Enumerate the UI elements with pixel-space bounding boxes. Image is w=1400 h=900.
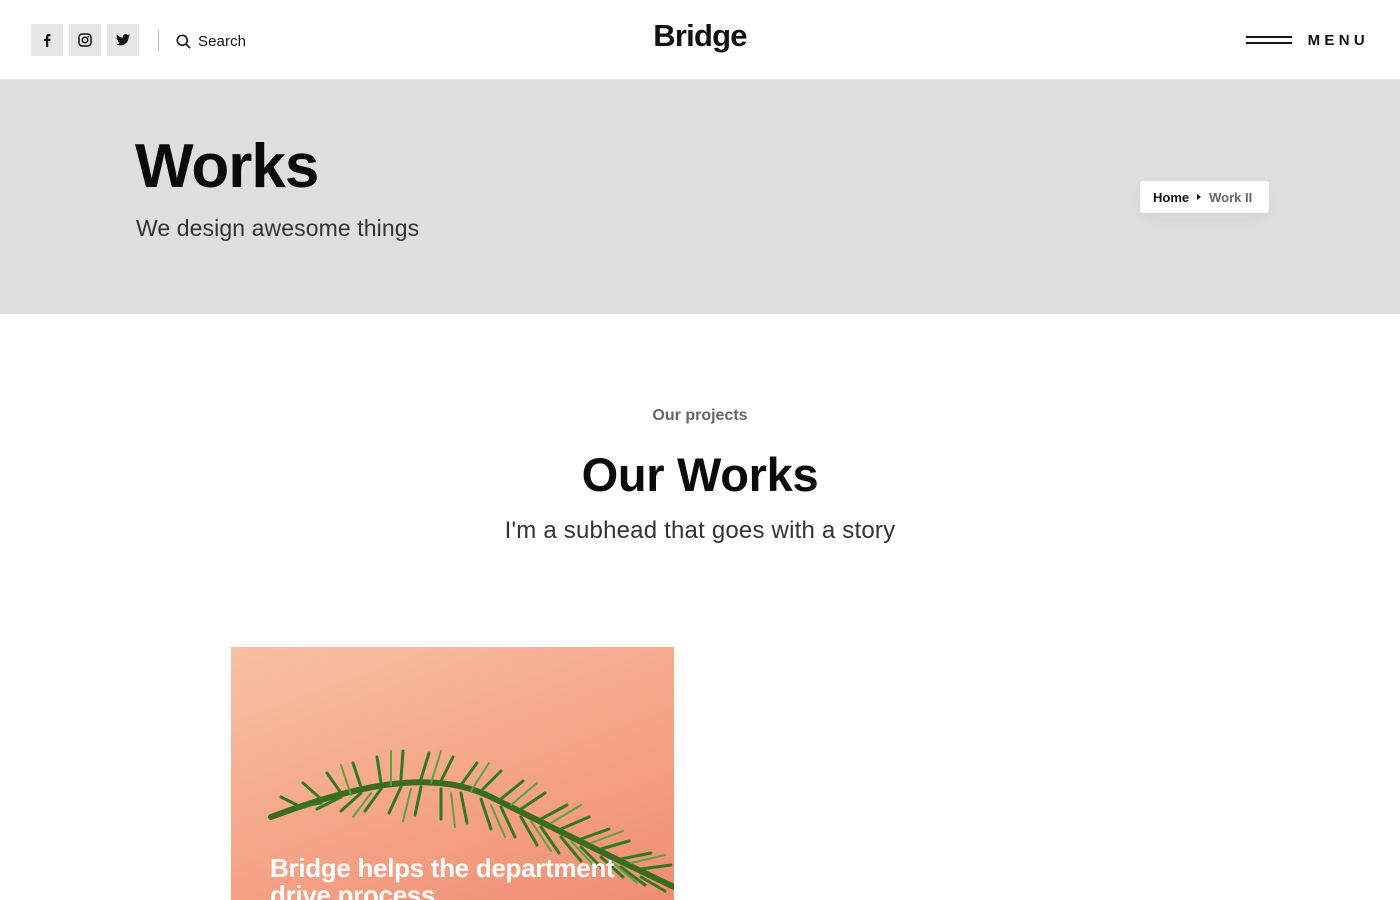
- page-title: Works: [135, 132, 319, 201]
- menu-button[interactable]: MENU: [1245, 29, 1369, 51]
- breadcrumb-current: Work II: [1209, 189, 1253, 205]
- breadcrumb-home-link[interactable]: Home: [1153, 190, 1189, 205]
- page-subtitle: We design awesome things: [136, 215, 420, 241]
- menu-label: MENU: [1307, 31, 1369, 49]
- section-title: Our Works: [581, 448, 819, 501]
- hamburger-icon: [1245, 34, 1292, 46]
- section-eyebrow: Our projects: [652, 407, 748, 424]
- site-logo[interactable]: Bridge: [0, 18, 1400, 54]
- breadcrumb: Home Work II: [1140, 181, 1269, 213]
- project-card[interactable]: Bridge helps the department drive proces…: [231, 647, 674, 900]
- breadcrumb-arrow-icon: [1197, 194, 1202, 200]
- section-subhead: I'm a subhead that goes with a story: [504, 517, 896, 544]
- title-band: Works We design awesome things Home Work…: [0, 80, 1400, 314]
- site-header: Search Bridge MENU: [0, 0, 1400, 80]
- project-card-title: Bridge helps the department drive proces…: [270, 853, 615, 900]
